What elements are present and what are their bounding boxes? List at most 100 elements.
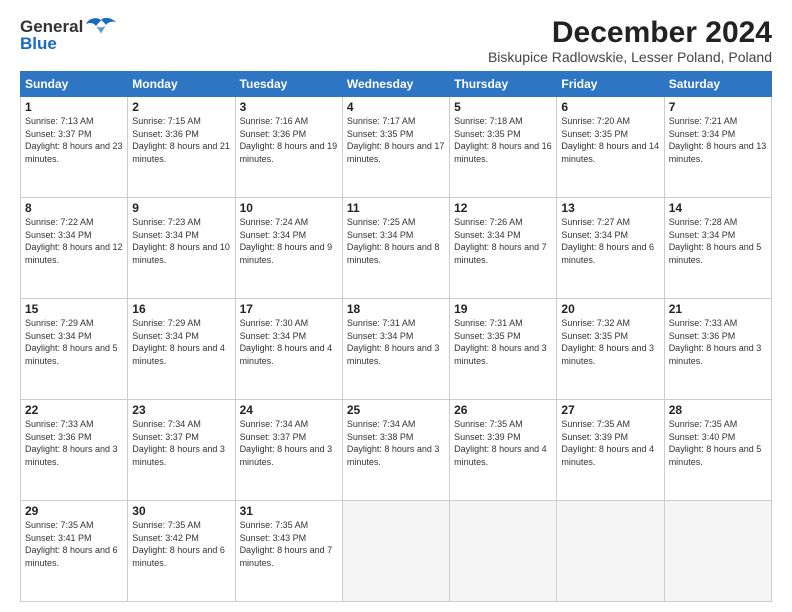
sunrise-label: Sunrise: 7:35 AM xyxy=(454,419,523,429)
cell-details: Sunrise: 7:33 AMSunset: 3:36 PMDaylight:… xyxy=(669,317,767,367)
daylight-label: Daylight: 8 hours and 4 minutes. xyxy=(454,444,547,467)
day-number: 13 xyxy=(561,201,659,215)
daylight-label: Daylight: 8 hours and 23 minutes. xyxy=(25,141,123,164)
sunrise-label: Sunrise: 7:34 AM xyxy=(132,419,201,429)
sunset-label: Sunset: 3:38 PM xyxy=(347,432,414,442)
daylight-label: Daylight: 8 hours and 5 minutes. xyxy=(669,444,762,467)
cell-details: Sunrise: 7:31 AMSunset: 3:35 PMDaylight:… xyxy=(454,317,552,367)
calendar-table: SundayMondayTuesdayWednesdayThursdayFrid… xyxy=(20,71,772,602)
cell-details: Sunrise: 7:22 AMSunset: 3:34 PMDaylight:… xyxy=(25,216,123,266)
daylight-label: Daylight: 8 hours and 6 minutes. xyxy=(25,545,118,568)
calendar-cell xyxy=(557,501,664,602)
sunrise-label: Sunrise: 7:33 AM xyxy=(25,419,94,429)
calendar-cell: 14Sunrise: 7:28 AMSunset: 3:34 PMDayligh… xyxy=(664,198,771,299)
column-header-monday: Monday xyxy=(128,72,235,97)
calendar-cell: 10Sunrise: 7:24 AMSunset: 3:34 PMDayligh… xyxy=(235,198,342,299)
cell-details: Sunrise: 7:35 AMSunset: 3:41 PMDaylight:… xyxy=(25,519,123,569)
daylight-label: Daylight: 8 hours and 4 minutes. xyxy=(561,444,654,467)
cell-details: Sunrise: 7:28 AMSunset: 3:34 PMDaylight:… xyxy=(669,216,767,266)
calendar-cell: 24Sunrise: 7:34 AMSunset: 3:37 PMDayligh… xyxy=(235,400,342,501)
cell-details: Sunrise: 7:29 AMSunset: 3:34 PMDaylight:… xyxy=(25,317,123,367)
daylight-label: Daylight: 8 hours and 16 minutes. xyxy=(454,141,552,164)
cell-details: Sunrise: 7:34 AMSunset: 3:38 PMDaylight:… xyxy=(347,418,445,468)
daylight-label: Daylight: 8 hours and 3 minutes. xyxy=(347,343,440,366)
cell-details: Sunrise: 7:35 AMSunset: 3:43 PMDaylight:… xyxy=(240,519,338,569)
sunrise-label: Sunrise: 7:20 AM xyxy=(561,116,630,126)
calendar-cell: 20Sunrise: 7:32 AMSunset: 3:35 PMDayligh… xyxy=(557,299,664,400)
sunrise-label: Sunrise: 7:18 AM xyxy=(454,116,523,126)
cell-details: Sunrise: 7:29 AMSunset: 3:34 PMDaylight:… xyxy=(132,317,230,367)
sunset-label: Sunset: 3:40 PM xyxy=(669,432,736,442)
column-header-tuesday: Tuesday xyxy=(235,72,342,97)
daylight-label: Daylight: 8 hours and 7 minutes. xyxy=(454,242,547,265)
day-number: 10 xyxy=(240,201,338,215)
sunset-label: Sunset: 3:39 PM xyxy=(561,432,628,442)
calendar-header-row: SundayMondayTuesdayWednesdayThursdayFrid… xyxy=(21,72,772,97)
day-number: 27 xyxy=(561,403,659,417)
calendar-cell: 8Sunrise: 7:22 AMSunset: 3:34 PMDaylight… xyxy=(21,198,128,299)
sunrise-label: Sunrise: 7:22 AM xyxy=(25,217,94,227)
calendar-cell: 30Sunrise: 7:35 AMSunset: 3:42 PMDayligh… xyxy=(128,501,235,602)
calendar-cell: 21Sunrise: 7:33 AMSunset: 3:36 PMDayligh… xyxy=(664,299,771,400)
cell-details: Sunrise: 7:32 AMSunset: 3:35 PMDaylight:… xyxy=(561,317,659,367)
day-number: 1 xyxy=(25,100,123,114)
day-number: 20 xyxy=(561,302,659,316)
calendar-week-row: 29Sunrise: 7:35 AMSunset: 3:41 PMDayligh… xyxy=(21,501,772,602)
logo-bird-icon xyxy=(86,16,116,38)
sunrise-label: Sunrise: 7:35 AM xyxy=(669,419,738,429)
sunrise-label: Sunrise: 7:32 AM xyxy=(561,318,630,328)
sunrise-label: Sunrise: 7:35 AM xyxy=(240,520,309,530)
page-subtitle: Biskupice Radlowskie, Lesser Poland, Pol… xyxy=(488,49,772,65)
cell-details: Sunrise: 7:35 AM Sunset: 3:40 PM Daylight:… xyxy=(669,418,767,468)
sunrise-label: Sunrise: 7:17 AM xyxy=(347,116,416,126)
calendar-week-row: 15Sunrise: 7:29 AMSunset: 3:34 PMDayligh… xyxy=(21,299,772,400)
calendar-cell: 19Sunrise: 7:31 AMSunset: 3:35 PMDayligh… xyxy=(450,299,557,400)
daylight-label: Daylight: 8 hours and 8 minutes. xyxy=(347,242,440,265)
sunset-label: Sunset: 3:35 PM xyxy=(561,129,628,139)
day-number: 4 xyxy=(347,100,445,114)
column-header-friday: Friday xyxy=(557,72,664,97)
calendar-cell: 17Sunrise: 7:30 AMSunset: 3:34 PMDayligh… xyxy=(235,299,342,400)
day-number: 21 xyxy=(669,302,767,316)
daylight-label: Daylight: 8 hours and 3 minutes. xyxy=(132,444,225,467)
calendar-cell: 18Sunrise: 7:31 AMSunset: 3:34 PMDayligh… xyxy=(342,299,449,400)
day-number: 2 xyxy=(132,100,230,114)
day-number: 9 xyxy=(132,201,230,215)
calendar-cell: 6Sunrise: 7:20 AMSunset: 3:35 PMDaylight… xyxy=(557,97,664,198)
title-area: December 2024 Biskupice Radlowskie, Less… xyxy=(488,16,772,65)
column-header-thursday: Thursday xyxy=(450,72,557,97)
sunset-label: Sunset: 3:35 PM xyxy=(561,331,628,341)
sunset-label: Sunset: 3:34 PM xyxy=(25,230,92,240)
sunrise-label: Sunrise: 7:15 AM xyxy=(132,116,201,126)
day-number: 19 xyxy=(454,302,552,316)
cell-details: Sunrise: 7:24 AMSunset: 3:34 PMDaylight:… xyxy=(240,216,338,266)
cell-details: Sunrise: 7:23 AMSunset: 3:34 PMDaylight:… xyxy=(132,216,230,266)
sunrise-label: Sunrise: 7:29 AM xyxy=(25,318,94,328)
calendar-cell: 12Sunrise: 7:26 AMSunset: 3:34 PMDayligh… xyxy=(450,198,557,299)
sunrise-label: Sunrise: 7:28 AM xyxy=(669,217,738,227)
daylight-label: Daylight: 8 hours and 5 minutes. xyxy=(669,242,762,265)
sunset-label: Sunset: 3:37 PM xyxy=(25,129,92,139)
daylight-label: Daylight: 8 hours and 3 minutes. xyxy=(25,444,118,467)
sunrise-label: Sunrise: 7:27 AM xyxy=(561,217,630,227)
calendar-week-row: 22 Sunrise: 7:33 AM Sunset: 3:36 PM Dayligh… xyxy=(21,400,772,501)
day-number: 24 xyxy=(240,403,338,417)
sunset-label: Sunset: 3:36 PM xyxy=(25,432,92,442)
day-number: 14 xyxy=(669,201,767,215)
cell-details: Sunrise: 7:35 AMSunset: 3:39 PMDaylight:… xyxy=(561,418,659,468)
sunset-label: Sunset: 3:34 PM xyxy=(25,331,92,341)
sunrise-label: Sunrise: 7:30 AM xyxy=(240,318,309,328)
day-number: 15 xyxy=(25,302,123,316)
sunset-label: Sunset: 3:37 PM xyxy=(240,432,307,442)
cell-details: Sunrise: 7:15 AMSunset: 3:36 PMDaylight:… xyxy=(132,115,230,165)
daylight-label: Daylight: 8 hours and 17 minutes. xyxy=(347,141,445,164)
day-number: 16 xyxy=(132,302,230,316)
cell-details: Sunrise: 7:31 AMSunset: 3:34 PMDaylight:… xyxy=(347,317,445,367)
calendar-cell: 11Sunrise: 7:25 AMSunset: 3:34 PMDayligh… xyxy=(342,198,449,299)
sunset-label: Sunset: 3:34 PM xyxy=(561,230,628,240)
daylight-label: Daylight: 8 hours and 3 minutes. xyxy=(669,343,762,366)
sunset-label: Sunset: 3:35 PM xyxy=(454,129,521,139)
day-number: 18 xyxy=(347,302,445,316)
daylight-label: Daylight: 8 hours and 6 minutes. xyxy=(561,242,654,265)
day-number: 22 xyxy=(25,403,123,417)
